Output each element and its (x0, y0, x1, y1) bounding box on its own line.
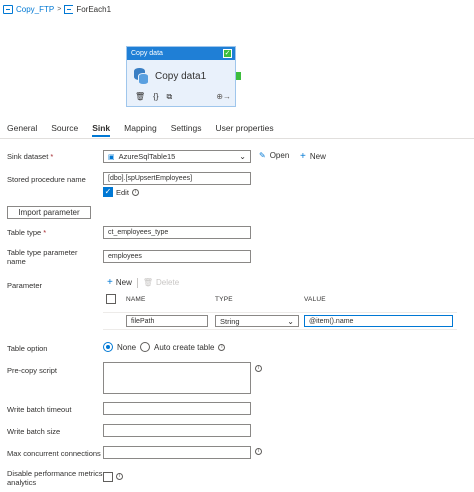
table-type-param-label: Table type parameter name (7, 248, 78, 266)
info-icon[interactable]: i (116, 473, 123, 480)
pre-copy-script-label: Pre-copy script (7, 366, 58, 375)
delete-icon[interactable]: 🗑 (135, 92, 145, 102)
tab-sink[interactable]: Sink (92, 123, 111, 137)
info-icon[interactable]: i (218, 343, 226, 351)
check-icon: ✓ (223, 49, 232, 58)
info-icon[interactable]: i (255, 365, 262, 372)
param-type-value: String (220, 316, 240, 326)
table-option-label: Table option (7, 344, 48, 353)
radio-auto-create-label: Auto create table (154, 342, 215, 352)
breadcrumb-pipeline[interactable]: Copy_FTP (16, 5, 54, 14)
col-value-header: VALUE (304, 296, 326, 303)
sink-dataset-label: Sink dataset * (7, 152, 54, 161)
radio-none[interactable] (103, 342, 113, 352)
edit-pencil-icon: ✎ (259, 151, 266, 160)
sink-dataset-select[interactable]: ▣ AzureSqlTable15 ⌄ (103, 150, 251, 163)
add-output-icon[interactable]: ⊕→ (216, 92, 231, 102)
tab-source[interactable]: Source (51, 123, 78, 137)
tab-bar: General Source Sink Mapping Settings Use… (7, 123, 288, 137)
open-dataset-button[interactable]: ✎ Open (259, 151, 289, 160)
code-icon[interactable]: {} (153, 92, 158, 102)
param-name-field[interactable]: filePath (126, 315, 208, 327)
import-parameter-button[interactable]: Import parameter (7, 206, 91, 219)
table-type-param-field[interactable]: employees (103, 250, 251, 263)
pipeline-icon (3, 4, 13, 14)
card-header: Copy data ✓ (127, 47, 235, 60)
info-icon[interactable]: i (131, 188, 139, 196)
write-batch-size-field[interactable] (103, 424, 251, 437)
card-header-label: Copy data (131, 50, 163, 57)
copy-data-activity-card[interactable]: Copy data ✓ Copy data1 🗑 {} ⧉ ⊕→ (126, 46, 236, 107)
chevron-down-icon: ⌄ (239, 152, 246, 161)
chevron-down-icon: ⌄ (287, 316, 294, 326)
tab-mapping[interactable]: Mapping (124, 123, 157, 137)
write-batch-timeout-field[interactable] (103, 402, 251, 415)
radio-auto-create[interactable] (140, 342, 150, 352)
info-icon[interactable]: i (255, 448, 262, 455)
radio-none-label: None (117, 342, 137, 352)
tab-general[interactable]: General (7, 123, 37, 137)
new-label: New (309, 152, 326, 161)
table-type-label: Table type * (7, 228, 47, 237)
trash-icon: 🗑 (142, 278, 154, 287)
disable-perf-metrics-label: Disable performance metrics analytics (7, 469, 103, 487)
disable-perf-metrics-checkbox[interactable] (103, 472, 113, 482)
param-delete-label: Delete (156, 278, 180, 287)
table-type-field[interactable]: ct_employees_type (103, 226, 251, 239)
plus-icon: + (300, 151, 306, 162)
pre-copy-script-input[interactable] (103, 362, 251, 394)
tab-user-properties[interactable]: User properties (215, 123, 273, 137)
param-type-select[interactable]: String ⌄ (215, 315, 299, 327)
tab-divider (0, 138, 474, 139)
breadcrumb: Copy_FTP > ForEach1 (3, 3, 111, 15)
param-new-button[interactable]: + New (107, 277, 132, 288)
sink-dataset-value: AzureSqlTable15 (118, 152, 176, 161)
param-toolbar: + New 🗑 Delete (107, 277, 179, 288)
radio-none-group[interactable]: None (103, 342, 136, 352)
open-label: Open (269, 151, 290, 160)
plus-icon: + (107, 277, 113, 288)
breadcrumb-separator: > (57, 5, 62, 13)
param-value-field[interactable]: @item().name (304, 315, 453, 327)
col-type-header: TYPE (215, 296, 233, 303)
max-connections-label: Max concurrent connections (7, 449, 101, 458)
col-name-header: NAME (126, 296, 146, 303)
tab-settings[interactable]: Settings (171, 123, 202, 137)
copy-icon[interactable]: ⧉ (167, 92, 173, 102)
foreach-icon (64, 4, 74, 14)
new-dataset-button[interactable]: + New (300, 151, 326, 162)
write-batch-size-label: Write batch size (7, 427, 61, 436)
sql-table-icon: ▣ (108, 153, 115, 161)
edit-checkbox[interactable]: ✓ (103, 187, 113, 197)
edit-checkbox-label: Edit (116, 187, 129, 197)
radio-auto-create-group[interactable]: Auto create table i (140, 342, 226, 352)
breadcrumb-activity[interactable]: ForEach1 (76, 5, 111, 14)
stored-procedure-label: Stored procedure name (7, 175, 86, 184)
parameter-label: Parameter (7, 281, 43, 290)
select-all-checkbox[interactable] (106, 294, 116, 304)
stored-procedure-field[interactable]: [dbo].[spUpsertEmployees] (103, 172, 251, 185)
toolbar-divider (136, 277, 138, 288)
write-batch-timeout-label: Write batch timeout (7, 405, 72, 414)
param-delete-button[interactable]: 🗑 Delete (143, 278, 179, 287)
copy-data-icon (134, 68, 149, 85)
max-connections-field[interactable] (103, 446, 251, 459)
success-output-port[interactable] (236, 72, 241, 80)
param-new-label: New (115, 278, 132, 287)
edit-checkbox-group: ✓ Edit i (103, 187, 139, 197)
card-title: Copy data1 (155, 70, 207, 82)
